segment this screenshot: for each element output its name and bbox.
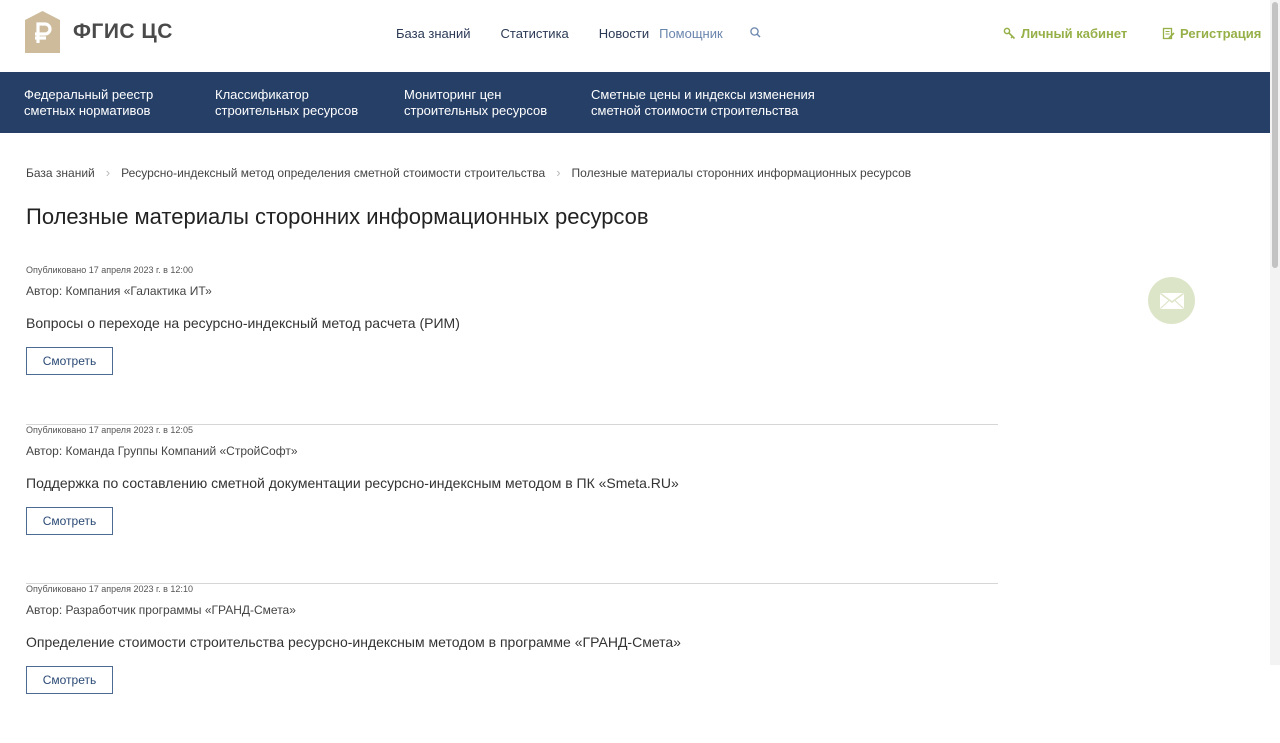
mainnav-classifier[interactable]: Классификатор строительных ресурсов (215, 87, 358, 119)
breadcrumb: База знаний › Ресурсно-индексный метод о… (26, 165, 911, 180)
scrollbar-thumb[interactable] (1272, 2, 1278, 268)
register-link[interactable]: Регистрация (1162, 26, 1261, 41)
page-scrollbar[interactable] (1270, 0, 1280, 665)
article-title: Вопросы о переходе на ресурсно-индексный… (26, 315, 460, 331)
published-date: Опубликовано 17 апреля 2023 г. в 12:05 (26, 424, 193, 435)
mainnav-label-line1: Федеральный реестр (24, 87, 154, 102)
register-label: Регистрация (1180, 26, 1262, 41)
site-header: ФГИС ЦС База знаний Статистика Новости П… (0, 0, 1270, 72)
view-button[interactable]: Смотреть (26, 666, 113, 694)
logo-text: ФГИС ЦС (73, 20, 173, 43)
site-logo[interactable]: ФГИС ЦС (24, 10, 173, 54)
article-title: Поддержка по составлению сметной докумен… (26, 474, 679, 491)
article-author: Автор: Разработчик программы «ГРАНД-Смет… (26, 603, 296, 617)
account-link[interactable]: Личный кабинет (1003, 26, 1127, 41)
chevron-right-icon: › (105, 165, 111, 180)
article-item: Опубликовано 17 апреля 2023 г. в 12:10 А… (26, 584, 998, 743)
mainnav-label-line1: Сметные цены и индексы изменения (591, 87, 815, 102)
mainnav-label-line2: сметной стоимости строительства (591, 103, 799, 118)
nav-assistant[interactable]: Помощник (659, 26, 723, 41)
article-list: Опубликовано 17 апреля 2023 г. в 12:00 А… (26, 265, 998, 743)
feedback-mail-button[interactable] (1148, 277, 1195, 324)
mainnav-label-line1: Классификатор (215, 87, 309, 102)
mainnav-label-line2: строительных ресурсов (215, 103, 359, 118)
mainnav-label-line2: строительных ресурсов (404, 103, 548, 118)
page-title: Полезные материалы сторонних информацион… (26, 204, 649, 229)
view-button[interactable]: Смотреть (26, 506, 113, 535)
top-navigation: База знаний Статистика Новости Помощник (396, 26, 763, 41)
article-item: Опубликовано 17 апреля 2023 г. в 12:05 А… (26, 424, 998, 584)
published-date: Опубликовано 17 апреля 2023 г. в 12:10 (26, 584, 193, 594)
search-icon[interactable] (749, 26, 763, 40)
published-date: Опубликовано 17 апреля 2023 г. в 12:00 (26, 265, 193, 275)
breadcrumb-item[interactable]: База знаний (26, 166, 95, 180)
ruble-logo-icon (25, 11, 60, 53)
key-icon (1003, 27, 1016, 40)
nav-statistics[interactable]: Статистика (501, 26, 569, 41)
account-label: Личный кабинет (1021, 26, 1128, 41)
nav-knowledge-base[interactable]: База знаний (396, 26, 471, 41)
main-navigation: Федеральный реестр сметных нормативов Кл… (0, 72, 1270, 133)
article-author: Автор: Команда Группы Компаний «СтройСоф… (26, 443, 298, 458)
view-button[interactable]: Смотреть (26, 347, 113, 375)
mainnav-federal-registry[interactable]: Федеральный реестр сметных нормативов (24, 87, 153, 119)
nav-news[interactable]: Новости (599, 26, 649, 41)
mainnav-prices-indexes[interactable]: Сметные цены и индексы изменения сметной… (591, 87, 815, 119)
mail-icon (1159, 292, 1184, 309)
breadcrumb-item[interactable]: Ресурсно-индексный метод определения сме… (121, 166, 545, 180)
edit-icon (1162, 27, 1175, 40)
chevron-right-icon: › (556, 165, 561, 180)
article-author: Автор: Компания «Галактика ИТ» (26, 284, 212, 298)
mainnav-price-monitoring[interactable]: Мониторинг цен строительных ресурсов (404, 87, 547, 119)
mainnav-label-line2: сметных нормативов (24, 103, 151, 118)
breadcrumb-current: Полезные материалы сторонних информацион… (571, 165, 912, 180)
article-item: Опубликовано 17 апреля 2023 г. в 12:00 А… (26, 265, 998, 425)
article-title: Определение стоимости строительства ресу… (26, 634, 681, 650)
mainnav-label-line1: Мониторинг цен (404, 87, 502, 102)
